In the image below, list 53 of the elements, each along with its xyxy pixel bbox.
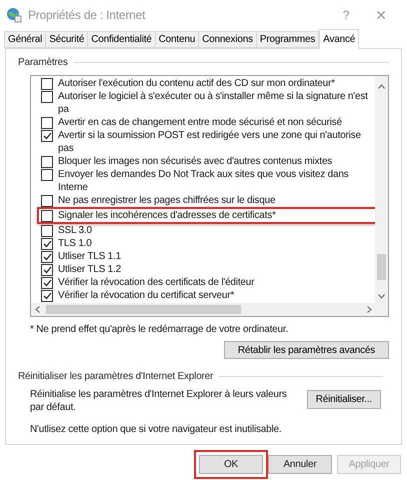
setting-label: Ne pas enregistrer les pages chiffrées sur le disque [58, 194, 276, 207]
checkbox[interactable] [41, 130, 53, 142]
footnote: * Ne prend effet qu'après le redémarrage de votre ordinateur. [30, 323, 290, 337]
setting-label: Vérifier la révocation du certificat serveur* [58, 289, 234, 302]
scroll-thumb[interactable] [46, 305, 241, 314]
tab[interactable]: Avancé [319, 29, 360, 49]
setting-label: Utliser TLS 1.2 [58, 263, 121, 276]
chevron-down-icon[interactable] [378, 294, 385, 299]
checkbox[interactable] [41, 238, 53, 250]
chevron-right-icon[interactable] [367, 306, 372, 313]
setting-label: Utliser TLS 1.1 [58, 250, 121, 263]
setting-label: Avertir si la soumission POST est redirigée vers une zone qui n'autorise pas [58, 129, 362, 155]
vertical-scrollbar[interactable] [375, 76, 388, 303]
setting-label: SSL 3.0 [58, 224, 92, 237]
checkbox[interactable] [41, 78, 53, 90]
setting-label: TLS 1.0 [58, 237, 92, 250]
globe-icon [6, 7, 22, 23]
restore-button[interactable]: Rétablir les paramètres avancés [224, 341, 389, 359]
tab[interactable]: Contenu [154, 31, 200, 48]
checkbox[interactable] [41, 117, 53, 129]
setting-label: Autoriser l'exécution du contenu actif des CD sur mon ordinateur* [58, 77, 335, 90]
reset-button[interactable]: Réinitialiser... [306, 390, 381, 409]
checkbox[interactable] [41, 210, 53, 222]
window-title: Propriétés de : Internet [28, 7, 146, 24]
tab[interactable]: Général [4, 31, 46, 48]
setting-label: Bloquer les images non sécurisés avec d'autres contenus mixtes [58, 155, 332, 168]
tab[interactable]: Confidentialité [87, 31, 156, 48]
chevron-up-icon[interactable] [378, 84, 385, 89]
group-title: Paramètres [18, 56, 68, 70]
note-text: N'utlisez cette option que si votre navigateur est inutilisable. [29, 423, 282, 437]
checkbox[interactable] [41, 251, 53, 263]
group-title: Réinitialiser les paramètres d'Internet Explorer [18, 370, 214, 384]
setting-label: Avertir en cas de changement entre mode sécurisé et non sécurisé [58, 116, 342, 129]
horizontal-scrollbar[interactable] [31, 303, 388, 316]
checkbox[interactable] [41, 264, 53, 276]
checkbox[interactable] [41, 156, 53, 168]
tab[interactable]: Sécurité [45, 31, 88, 48]
setting-label: Autoriser le logiciel à s'exécuter ou à s'installer même si la signature n'est pa [58, 90, 369, 116]
tab[interactable]: Programmes [256, 31, 320, 48]
setting-label: Envoyer les demandes Do Not Track aux sites que vous visitez dans Interne [58, 168, 350, 194]
checkbox[interactable] [41, 290, 53, 302]
checkbox[interactable] [41, 91, 53, 103]
dialog-button[interactable]: Annuler [268, 455, 332, 474]
description-text: Réinitialise les paramètres d'Internet Explorer à leurs valeurs par défaut. [30, 388, 288, 414]
scroll-thumb[interactable] [377, 254, 386, 280]
checkbox[interactable] [41, 169, 53, 181]
checkbox[interactable] [41, 195, 53, 207]
setting-label: Vérifier la révocation des certificats de l'éditeur [58, 276, 254, 289]
setting-label: Signaler les incohérences d'adresses de certificats* [58, 209, 276, 222]
checkbox[interactable] [41, 277, 53, 289]
tab[interactable]: Connexions [198, 31, 257, 48]
checkbox[interactable] [41, 225, 53, 237]
chevron-left-icon[interactable] [35, 306, 40, 313]
